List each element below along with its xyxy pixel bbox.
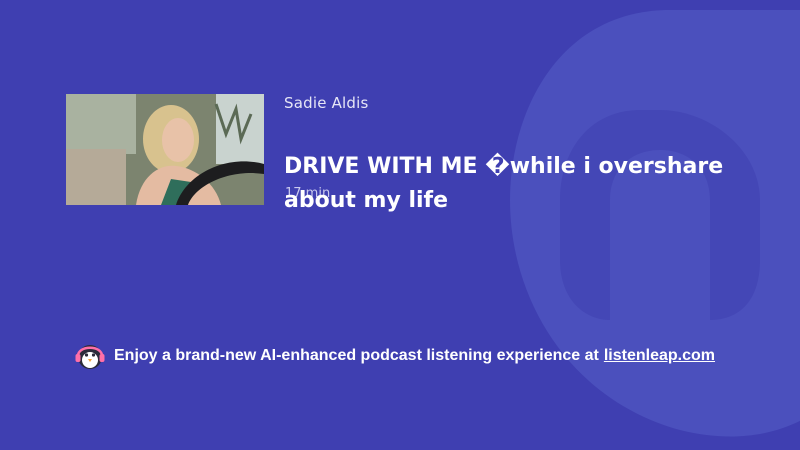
listenleap-logo-watermark-icon xyxy=(510,10,800,437)
penguin-headphones-icon xyxy=(75,345,105,369)
promo-banner: Enjoy a brand-new AI-enhanced podcast li… xyxy=(74,342,715,370)
promo-text: Enjoy a brand-new AI-enhanced podcast li… xyxy=(114,347,599,364)
episode-title[interactable]: DRIVE WITH ME �while i overshare about m… xyxy=(284,150,784,218)
promo-link[interactable]: listenleap.com xyxy=(604,347,715,365)
episode-author: Sadie Aldis xyxy=(284,94,369,112)
episode-thumbnail[interactable] xyxy=(66,94,264,205)
thumbnail-image xyxy=(66,94,264,205)
